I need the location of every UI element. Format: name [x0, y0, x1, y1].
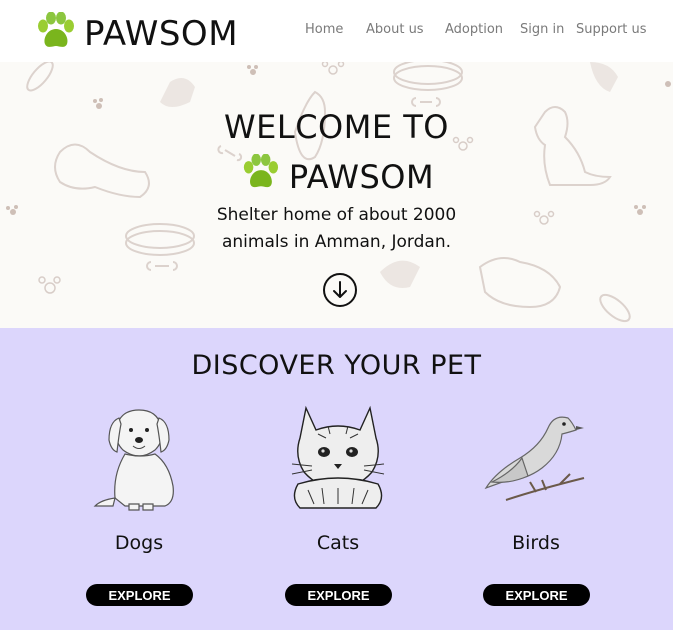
- discover-title: DISCOVER YOUR PET: [191, 350, 482, 381]
- scroll-down-button[interactable]: [323, 273, 357, 307]
- nav-support-us[interactable]: Support us: [576, 22, 647, 37]
- paw-icon: [34, 11, 76, 56]
- bird-illustration[interactable]: [476, 404, 596, 514]
- explore-cats-button[interactable]: EXPLORE: [285, 584, 392, 606]
- discover-section: DISCOVER YOUR PET Dogs EXPLORE Cats EXPL…: [0, 328, 673, 630]
- nav-adoption[interactable]: Adoption: [445, 22, 503, 37]
- paw-icon: [239, 153, 281, 200]
- brand-name: PAWSOM: [84, 14, 239, 54]
- hero-brand-name: PAWSOM: [288, 158, 435, 196]
- hero-title-line1: WELCOME TO: [224, 108, 449, 146]
- nav-sign-in[interactable]: Sign in: [520, 22, 564, 37]
- hero-subtitle: Shelter home of about 2000 animals in Am…: [0, 202, 673, 256]
- nav-about-us[interactable]: About us: [366, 22, 424, 37]
- dog-illustration[interactable]: [79, 404, 199, 514]
- cat-illustration[interactable]: [278, 404, 398, 514]
- pet-label-birds: Birds: [512, 532, 560, 554]
- hero-title-line2: PAWSOM: [0, 153, 673, 200]
- site-header: PAWSOM Home About us Adoption Sign in Su…: [0, 0, 673, 62]
- pet-card-dogs: Dogs EXPLORE: [49, 404, 229, 624]
- hero-section: WELCOME TO PAWSOM Shelter home of about …: [0, 62, 673, 328]
- nav-home[interactable]: Home: [305, 22, 343, 37]
- pet-label-dogs: Dogs: [114, 532, 164, 554]
- explore-dogs-button[interactable]: EXPLORE: [86, 584, 193, 606]
- pet-card-cats: Cats EXPLORE: [248, 404, 428, 624]
- explore-birds-button[interactable]: EXPLORE: [483, 584, 590, 606]
- pet-label-cats: Cats: [316, 532, 360, 554]
- hero-subtitle-line2: animals in Amman, Jordan.: [221, 232, 452, 252]
- pet-card-birds: Birds EXPLORE: [446, 404, 626, 624]
- hero-subtitle-line1: Shelter home of about 2000: [216, 205, 457, 225]
- brand-logo[interactable]: PAWSOM: [34, 11, 239, 56]
- arrow-down-icon: [333, 281, 347, 298]
